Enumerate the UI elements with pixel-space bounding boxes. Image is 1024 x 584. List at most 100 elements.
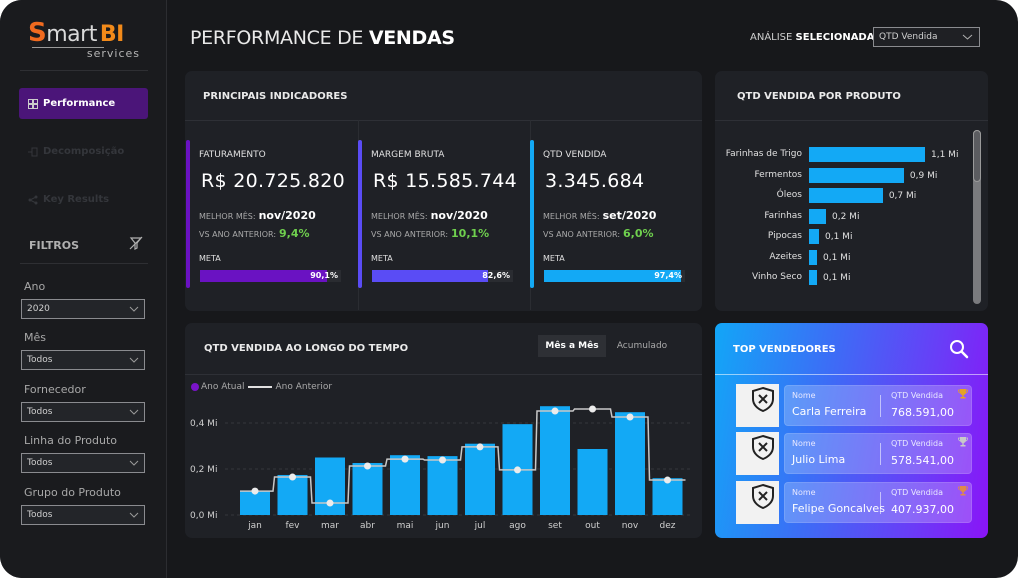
toggle-acumulado[interactable]: Acumulado bbox=[608, 335, 676, 357]
seller-separator bbox=[880, 395, 881, 417]
nav-item-key-results[interactable]: Key Results bbox=[19, 184, 148, 215]
top-sellers-card: TOP VENDEDORES Nome Carla Ferreira QTD Ven… bbox=[715, 323, 988, 538]
seller-name: Felipe Goncalves bbox=[792, 502, 885, 515]
filter-label-linha-produto: Linha do Produto bbox=[24, 434, 118, 447]
trophy-icon bbox=[958, 437, 968, 447]
product-card-title: QTD VENDIDA POR PRODUTO bbox=[737, 91, 901, 102]
kpi-meta-value: 90,1% bbox=[310, 271, 338, 280]
nav-item-decomposicao[interactable]: Decomposição bbox=[19, 136, 148, 167]
kpi-name: QTD VENDIDA bbox=[543, 150, 607, 160]
logo-bi: BI bbox=[99, 22, 124, 47]
product-bar[interactable] bbox=[809, 167, 904, 183]
seller-separator bbox=[880, 492, 881, 514]
kpi-vs-prev: VS ANO ANTERIOR: 6,0% bbox=[543, 227, 654, 240]
analysis-label-light: ANÁLISE bbox=[750, 32, 796, 43]
seller-name: Julio Lima bbox=[792, 453, 846, 466]
seller-name-label: Nome bbox=[792, 391, 816, 400]
product-value-label: 0,9 Mi bbox=[909, 170, 938, 181]
legend-label-current: Ano Atual bbox=[201, 382, 245, 392]
filter-value: 2020 bbox=[27, 304, 50, 314]
nav-label: Decomposição bbox=[43, 146, 125, 157]
product-bar[interactable] bbox=[809, 147, 925, 162]
product-label: Óleos bbox=[776, 190, 802, 200]
nav-item-performance[interactable]: Performance bbox=[19, 88, 148, 119]
product-bar[interactable] bbox=[809, 188, 883, 203]
card-divider bbox=[715, 120, 988, 121]
filter-select-ano[interactable]: 2020 bbox=[21, 299, 145, 319]
product-label: Pipocas bbox=[767, 231, 802, 241]
top-sellers-title: TOP VENDEDORES bbox=[733, 344, 836, 355]
vs-value: 9,4% bbox=[279, 227, 310, 240]
logo-s: S bbox=[28, 18, 47, 48]
sidebar: Smart BI services Performance Decomposiçã… bbox=[0, 0, 167, 578]
filter-select-mes[interactable]: Todos bbox=[21, 350, 145, 370]
filter-value: Todos bbox=[27, 407, 53, 417]
chevron-down-icon bbox=[129, 357, 139, 363]
top-sellers-divider bbox=[715, 374, 988, 375]
product-bar[interactable] bbox=[809, 249, 817, 265]
logo-services: services bbox=[86, 47, 140, 60]
kpi-vs-prev: VS ANO ANTERIOR: 9,4% bbox=[199, 227, 310, 240]
product-label: Farinhas de Trigo bbox=[725, 149, 802, 159]
seller-avatar bbox=[736, 384, 779, 427]
page-title: PERFORMANCE DE VENDAS bbox=[190, 27, 455, 49]
time-chart-legend: Ano Atual Ano Anterior bbox=[191, 382, 332, 392]
chevron-down-icon bbox=[129, 460, 139, 466]
best-value: set/2020 bbox=[602, 209, 657, 222]
seller-card[interactable]: Nome Julio Lima QTD Vendida 578.541,00 bbox=[784, 433, 972, 474]
filter-select-linha-produto[interactable]: Todos bbox=[21, 453, 145, 473]
product-bar[interactable] bbox=[809, 270, 817, 285]
product-bar[interactable] bbox=[809, 229, 819, 244]
analysis-label-bold: SELECIONADA: bbox=[795, 32, 879, 43]
vs-value: 6,0% bbox=[623, 227, 654, 240]
seller-qty: 407.937,00 bbox=[891, 503, 954, 516]
seller-avatar bbox=[736, 432, 779, 475]
grid-icon bbox=[28, 98, 38, 109]
share-nodes-icon bbox=[28, 195, 38, 205]
kpi-meta-value: 97,4% bbox=[654, 271, 682, 280]
chevron-down-icon bbox=[129, 512, 139, 518]
kpi-value: R$ 15.585.744 bbox=[373, 170, 518, 192]
chevron-down-icon bbox=[962, 34, 973, 40]
product-value-label: 1,1 Mi bbox=[931, 150, 959, 160]
search-icon[interactable] bbox=[949, 339, 969, 359]
seller-qty-label: QTD Vendida bbox=[891, 439, 944, 448]
trophy-icon bbox=[958, 389, 968, 399]
seller-card[interactable]: Nome Carla Ferreira QTD Vendida 768.591,00 bbox=[784, 385, 972, 426]
kpi-accent bbox=[186, 140, 190, 288]
filter-label-fornecedor: Fornecedor bbox=[24, 383, 86, 396]
filter-label-grupo-produto: Grupo do Produto bbox=[24, 486, 121, 499]
chevron-down-icon bbox=[129, 409, 139, 415]
seller-qty-label: QTD Vendida bbox=[891, 391, 944, 400]
nav-label: Performance bbox=[43, 98, 116, 109]
filter-select-fornecedor[interactable]: Todos bbox=[21, 402, 145, 422]
analysis-select[interactable]: QTD Vendida bbox=[873, 27, 980, 47]
kpi-best-month: MELHOR MÊS: nov/2020 bbox=[199, 209, 316, 222]
seller-card[interactable]: Nome Felipe Goncalves QTD Vendida 407.937,0… bbox=[784, 482, 972, 523]
best-value: nov/2020 bbox=[258, 209, 316, 222]
filter-label-mes: Mês bbox=[24, 331, 46, 344]
vs-value: 10,1% bbox=[451, 227, 490, 240]
kpi-qtd-vendida: QTD VENDIDA 3.345.684 MELHOR MÊS: set/2020 V… bbox=[530, 140, 695, 288]
card-divider bbox=[185, 374, 702, 375]
product-scrollbar-thumb[interactable] bbox=[973, 130, 981, 182]
page-title-bold: VENDAS bbox=[368, 27, 455, 49]
toggle-mes-a-mes[interactable]: Mês a Mês bbox=[538, 335, 606, 357]
seller-avatar bbox=[736, 481, 779, 524]
smartbi-logo: Smart BI services bbox=[28, 18, 148, 64]
seller-name-label: Nome bbox=[792, 439, 816, 448]
time-card-title: QTD VENDIDA AO LONGO DO TEMPO bbox=[204, 343, 409, 354]
vs-label: VS ANO ANTERIOR: bbox=[543, 230, 621, 239]
product-label: Azeites bbox=[769, 251, 802, 262]
product-bar[interactable] bbox=[809, 208, 826, 224]
filters-title: FILTROS bbox=[29, 239, 80, 252]
kpi-meta-bar: 90,1% bbox=[200, 270, 341, 282]
product-label: Fermentos bbox=[754, 169, 803, 180]
product-label: Vinho Seco bbox=[752, 272, 802, 282]
filter-select-grupo-produto[interactable]: Todos bbox=[21, 505, 145, 525]
kpi-value: 3.345.684 bbox=[545, 170, 645, 192]
eraser-filter-icon[interactable] bbox=[128, 235, 144, 251]
logo-mart: mart bbox=[46, 22, 97, 47]
analysis-value: QTD Vendida bbox=[879, 32, 938, 42]
kpi-value: R$ 20.725.820 bbox=[201, 170, 346, 192]
